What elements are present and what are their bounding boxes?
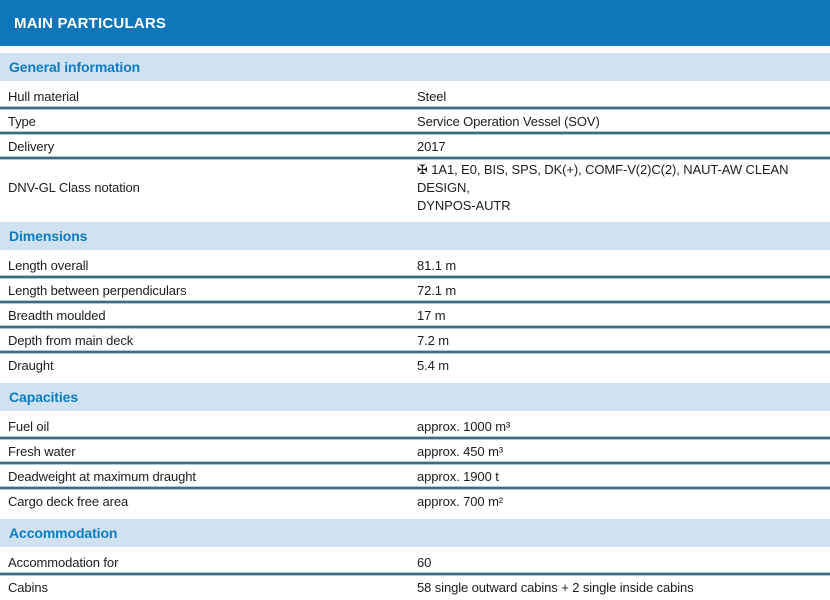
row-label: Deadweight at maximum draught	[0, 468, 417, 486]
row-value: approx. 450 m³	[417, 443, 830, 461]
section-header: Capacities	[0, 383, 830, 411]
section-general-information: General information Hull material Steel …	[0, 53, 830, 217]
section-title: General information	[9, 59, 140, 75]
row-value: Steel	[417, 88, 830, 106]
section-title: Accommodation	[9, 525, 117, 541]
row-value: 5.4 m	[417, 357, 830, 375]
row-label: Hull material	[0, 88, 417, 106]
table-row: Breadth moulded 17 m	[0, 303, 830, 328]
row-value: approx. 1900 t	[417, 468, 830, 486]
table-row: Cargo deck free area approx. 700 m²	[0, 489, 830, 514]
row-value: 81.1 m	[417, 257, 830, 275]
row-value: approx. 1000 m³	[417, 418, 830, 436]
section-dimensions: Dimensions Length overall 81.1 m Length …	[0, 222, 830, 378]
row-label: Accommodation for	[0, 554, 417, 572]
section-header: General information	[0, 53, 830, 81]
row-value: Service Operation Vessel (SOV)	[417, 113, 830, 131]
section-capacities: Capacities Fuel oil approx. 1000 m³ Fres…	[0, 383, 830, 514]
table-title-bar: MAIN PARTICULARS	[0, 0, 830, 46]
section-rows: Fuel oil approx. 1000 m³ Fresh water app…	[0, 414, 830, 514]
table-row: Length overall 81.1 m	[0, 253, 830, 278]
row-value: 72.1 m	[417, 282, 830, 300]
table-row: Fresh water approx. 450 m³	[0, 439, 830, 464]
section-title: Capacities	[9, 389, 78, 405]
row-label: Breadth moulded	[0, 307, 417, 325]
table-row: Draught 5.4 m	[0, 353, 830, 378]
table-row: Cabins 58 single outward cabins + 2 sing…	[0, 575, 830, 600]
table-row: Deadweight at maximum draught approx. 19…	[0, 464, 830, 489]
row-label: Length overall	[0, 257, 417, 275]
table-row: Length between perpendiculars 72.1 m	[0, 278, 830, 303]
row-value: 7.2 m	[417, 332, 830, 350]
row-value: approx. 700 m²	[417, 493, 830, 511]
table-row: Depth from main deck 7.2 m	[0, 328, 830, 353]
section-title: Dimensions	[9, 228, 87, 244]
table-row: Hull material Steel	[0, 84, 830, 109]
row-label: Type	[0, 113, 417, 131]
row-label: Cargo deck free area	[0, 493, 417, 511]
section-rows: Length overall 81.1 m Length between per…	[0, 253, 830, 378]
row-label: DNV-GL Class notation	[0, 179, 417, 197]
table-row: Accommodation for 60	[0, 550, 830, 575]
row-value: 60	[417, 554, 830, 572]
row-label: Cabins	[0, 579, 417, 597]
table-row: DNV-GL Class notation ✠ 1A1, E0, BIS, SP…	[0, 159, 830, 217]
row-label: Delivery	[0, 138, 417, 156]
section-accommodation: Accommodation Accommodation for 60 Cabin…	[0, 519, 830, 600]
row-value: 58 single outward cabins + 2 single insi…	[417, 579, 830, 597]
row-label: Fresh water	[0, 443, 417, 461]
section-header: Dimensions	[0, 222, 830, 250]
row-label: Depth from main deck	[0, 332, 417, 350]
section-rows: Accommodation for 60 Cabins 58 single ou…	[0, 550, 830, 600]
row-value: ✠ 1A1, E0, BIS, SPS, DK(+), COMF-V(2)C(2…	[417, 161, 830, 215]
table-title: MAIN PARTICULARS	[14, 15, 166, 32]
row-label: Fuel oil	[0, 418, 417, 436]
row-label: Draught	[0, 357, 417, 375]
table-row: Type Service Operation Vessel (SOV)	[0, 109, 830, 134]
table-row: Fuel oil approx. 1000 m³	[0, 414, 830, 439]
row-value: 2017	[417, 138, 830, 156]
section-rows: Hull material Steel Type Service Operati…	[0, 84, 830, 217]
row-label: Length between perpendiculars	[0, 282, 417, 300]
row-value: 17 m	[417, 307, 830, 325]
table-row: Delivery 2017	[0, 134, 830, 159]
section-header: Accommodation	[0, 519, 830, 547]
